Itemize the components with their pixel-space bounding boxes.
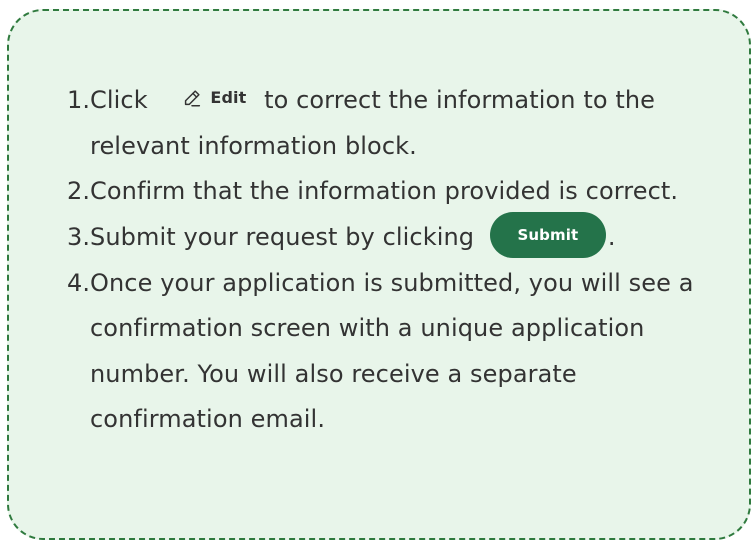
step-3: 3. Submit your request by clicking Submi… (67, 211, 737, 261)
instruction-steps: 1. Click Edit to correct the information… (67, 78, 737, 443)
step-number: 3. (67, 222, 91, 251)
submit-button[interactable]: Submit (489, 211, 606, 258)
step-number: 4. (67, 268, 91, 297)
step-2-text: Confirm that the information provided is… (90, 177, 679, 205)
edit-button-label: Edit (210, 88, 247, 107)
pencil-icon (185, 90, 201, 107)
step-3-text-after: . (607, 222, 616, 251)
step-2: 2. Confirm that the information provided… (67, 169, 737, 215)
step-1: 1. Click Edit to correct the information… (67, 78, 737, 169)
step-number: 2. (67, 177, 91, 205)
instructions-card: 1. Click Edit to correct the information… (7, 9, 751, 540)
step-3-text-before: Submit your request by clicking (90, 222, 475, 251)
step-1-text-after: to correct the information to the releva… (90, 86, 656, 160)
edit-button[interactable]: Edit (181, 83, 246, 113)
step-4-text: Once your application is submitted, you … (90, 268, 694, 434)
step-4: 4. Once your application is submitted, y… (67, 261, 737, 443)
step-1-text-before: Click (90, 86, 148, 114)
step-number: 1. (67, 86, 91, 114)
